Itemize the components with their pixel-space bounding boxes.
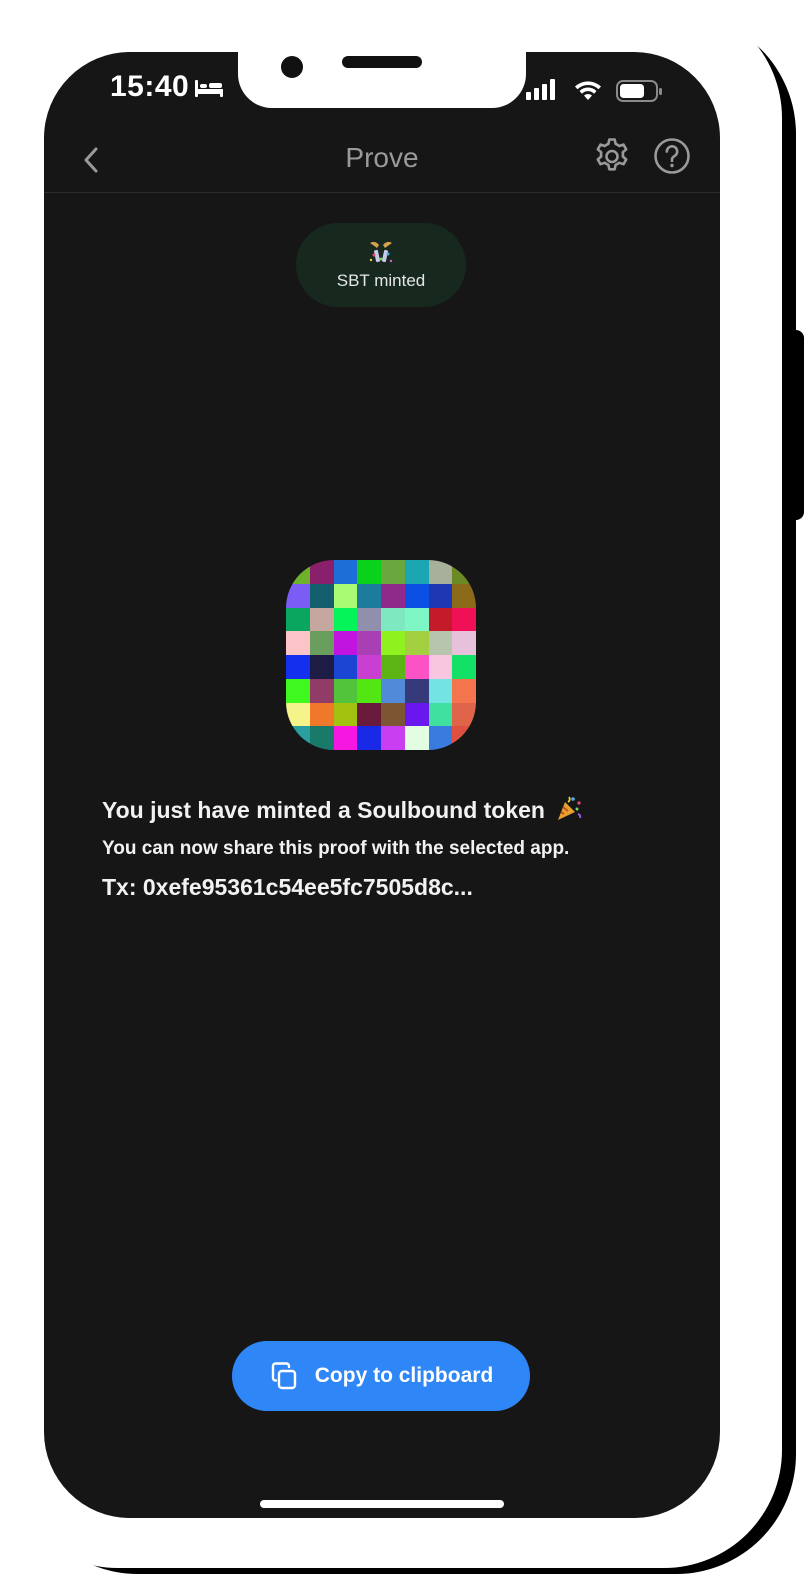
identicon-cell (357, 583, 381, 608)
mint-success-subtitle: You can now share this proof with the se… (102, 838, 570, 859)
identicon-cell (309, 702, 334, 727)
identicon-cell (452, 583, 476, 608)
battery-icon (616, 80, 662, 102)
identicon-cell (404, 560, 429, 584)
earpiece-speaker (342, 56, 422, 68)
signal-icon (526, 79, 555, 100)
identicon-cell (286, 631, 310, 655)
identicon-cell (309, 726, 334, 750)
identicon-cell (357, 607, 381, 632)
identicon-cell (333, 583, 358, 608)
identicon-cell (333, 631, 358, 655)
identicon-cell (404, 655, 429, 679)
sbt-status-pill: SBT minted (296, 223, 466, 307)
identicon-cell (357, 726, 381, 750)
question-circle-icon[interactable] (652, 136, 692, 176)
app-screen: 15:40 Prove SBT minted You just have min… (44, 52, 720, 1518)
identicon-cell (286, 702, 310, 727)
identicon-cell (309, 655, 334, 679)
identicon-cell (381, 631, 405, 655)
identicon-cell (286, 583, 310, 608)
identicon-cell (452, 655, 476, 679)
identicon-cell (309, 678, 334, 703)
front-camera (281, 56, 303, 78)
identicon-cell (428, 702, 453, 727)
bed-icon (195, 80, 223, 97)
identicon-cell (404, 607, 429, 632)
home-indicator[interactable] (260, 1500, 504, 1508)
identicon-cell (404, 678, 429, 703)
identicon-cell (357, 631, 381, 655)
identicon-cell (357, 678, 381, 703)
notch (238, 52, 526, 108)
identicon-cell (381, 702, 405, 727)
identicon-cell (404, 583, 429, 608)
transaction-hash: Tx: 0xefe95361c54ee5fc7505d8c... (102, 874, 473, 900)
copy-to-clipboard-button[interactable]: Copy to clipboard (232, 1341, 530, 1411)
identicon-cell (333, 607, 358, 632)
phone-mockup: 15:40 Prove SBT minted You just have min… (0, 0, 809, 1579)
identicon-cell (428, 631, 453, 655)
identicon-cell (333, 560, 358, 584)
identicon-cell (404, 726, 429, 750)
identicon-cell (333, 726, 358, 750)
side-button (788, 330, 804, 520)
party-popper-icon (558, 796, 582, 820)
identicon-cell (381, 655, 405, 679)
identicon-cell (428, 583, 453, 608)
celebration-icon (369, 241, 393, 263)
token-identicon (286, 560, 476, 750)
identicon-cell (309, 607, 334, 632)
identicon-cell (381, 560, 405, 584)
identicon-cell (452, 560, 476, 584)
top-app-bar: Prove (44, 132, 720, 193)
identicon-cell (452, 607, 476, 632)
identicon-cell (357, 560, 381, 584)
sbt-status-label: SBT minted (336, 271, 426, 290)
gear-icon[interactable] (592, 136, 632, 176)
mint-success-title: You just have minted a Soulbound token (102, 794, 702, 824)
mint-success-title-text: You just have minted a Soulbound token (102, 797, 545, 823)
identicon-cell (333, 655, 358, 679)
identicon-cell (309, 560, 334, 584)
identicon-cell (309, 583, 334, 608)
identicon-cell (404, 702, 429, 727)
identicon-cell (381, 726, 405, 750)
identicon-cell (286, 607, 310, 632)
identicon-cell (357, 655, 381, 679)
identicon-cell (286, 655, 310, 679)
identicon-cell (286, 678, 310, 703)
identicon-cell (333, 702, 358, 727)
identicon-cell (286, 560, 310, 584)
identicon-cell (357, 702, 381, 727)
identicon-cell (452, 678, 476, 703)
identicon-cell (381, 583, 405, 608)
identicon-cell (428, 560, 453, 584)
status-icons (526, 79, 662, 102)
identicon-cell (452, 702, 476, 727)
identicon-cell (428, 726, 453, 750)
wifi-icon (575, 81, 601, 100)
identicon-cell (286, 726, 310, 750)
identicon-cell (381, 607, 405, 632)
identicon-cell (309, 631, 334, 655)
status-time: 15:40 (110, 70, 190, 103)
identicon-cell (333, 678, 358, 703)
copy-button-label: Copy to clipboard (314, 1364, 494, 1387)
identicon-cell (428, 655, 453, 679)
identicon-cell (381, 678, 405, 703)
identicon-cell (452, 726, 476, 750)
copy-icon (271, 1362, 296, 1390)
identicon-cell (428, 678, 453, 703)
identicon-cell (428, 607, 453, 632)
identicon-cell (452, 631, 476, 655)
identicon-cell (404, 631, 429, 655)
